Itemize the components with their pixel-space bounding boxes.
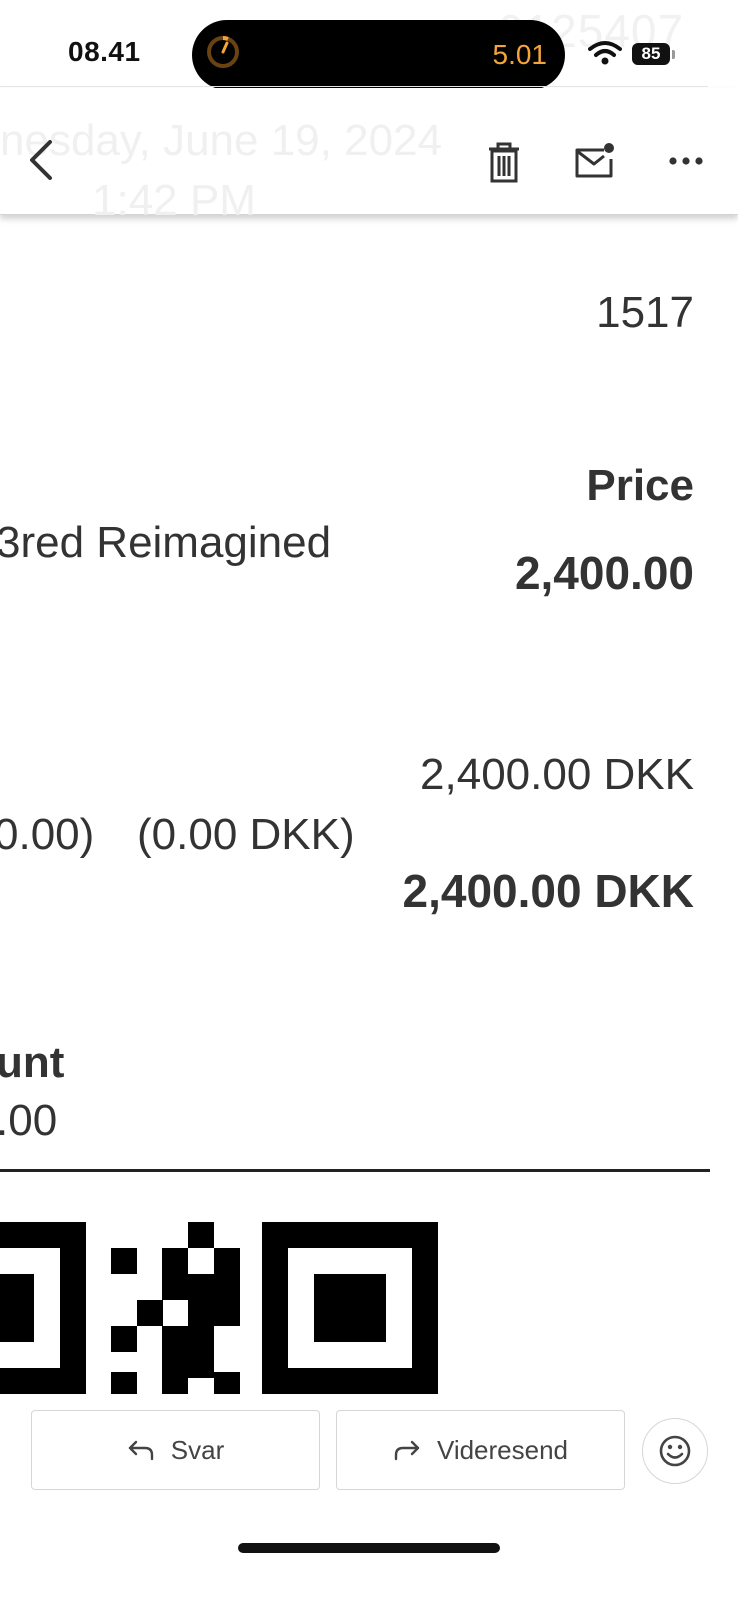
status-divider: [0, 86, 708, 87]
battery-cap: [672, 50, 675, 59]
header-time-ghost: 1:42 PM: [92, 176, 256, 225]
island-timer: 5.01: [492, 39, 548, 70]
wifi-icon: [588, 41, 622, 65]
mark-unread-icon[interactable]: [574, 142, 616, 180]
content-divider: [0, 1169, 710, 1172]
reply-button[interactable]: Svar: [31, 1410, 320, 1490]
amount-label: unt: [0, 1038, 65, 1087]
discount-amount-right: (0.00 DKK): [137, 810, 355, 859]
header-date-ghost: nesday, June 19, 2024: [0, 116, 442, 165]
emoji-reaction-button[interactable]: [642, 1418, 708, 1484]
trash-icon[interactable]: [486, 142, 522, 184]
total-amount: 2,400.00 DKK: [402, 865, 695, 917]
home-indicator[interactable]: [238, 1543, 500, 1553]
smiley-icon: [659, 1435, 691, 1467]
item-name: 3red Reimagined: [0, 518, 332, 567]
item-price: 2,400.00: [514, 547, 694, 599]
order-number: 1517: [596, 288, 694, 337]
qr-code: [0, 1222, 438, 1394]
reply-label: Svar: [170, 1434, 225, 1465]
forward-button[interactable]: Videresend: [336, 1410, 625, 1490]
dynamic-island[interactable]: 5.01: [192, 20, 565, 90]
discount-amount-left: 0.00): [0, 810, 95, 859]
status-time: 08.41: [68, 36, 141, 67]
timer-ring-icon: [207, 36, 239, 68]
battery-indicator: 85: [632, 43, 670, 65]
forward-label: Videresend: [436, 1434, 569, 1465]
price-column-header: Price: [586, 461, 694, 510]
forward-icon: [394, 1440, 420, 1461]
amount-value: .00: [0, 1096, 58, 1145]
more-icon[interactable]: [668, 154, 704, 168]
back-icon[interactable]: [24, 138, 58, 182]
reply-icon: [128, 1440, 153, 1461]
subtotal-amount: 2,400.00 DKK: [420, 750, 694, 799]
